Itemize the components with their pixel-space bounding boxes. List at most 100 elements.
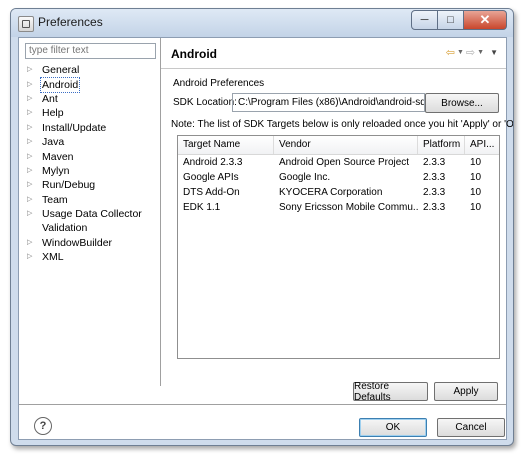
tree-item-ant[interactable]: ▷ Ant <box>27 92 142 106</box>
apply-button[interactable]: Apply <box>434 382 498 401</box>
restore-defaults-button[interactable]: Restore Defaults <box>353 381 428 403</box>
sdk-note: Note: The list of SDK Targets below is o… <box>171 119 514 130</box>
expand-arrow-icon[interactable]: ▷ <box>27 164 36 178</box>
table-cell: 2.3.3 <box>423 187 446 198</box>
expand-arrow-icon[interactable]: ▷ <box>27 150 36 164</box>
tree-item-label: Android <box>40 76 81 93</box>
tree-item-label: XML <box>42 251 64 264</box>
expand-arrow-icon[interactable]: ▷ <box>27 106 36 120</box>
expand-arrow-icon[interactable]: ▷ <box>27 236 36 250</box>
help-icon[interactable]: ? <box>34 417 52 435</box>
table-cell: 2.3.3 <box>423 202 446 213</box>
table-cell: DTS Add-On <box>183 187 240 198</box>
expand-arrow-icon[interactable]: ▷ <box>27 193 36 207</box>
table-cell: 10 <box>470 157 482 168</box>
table-cell: 10 <box>470 172 482 183</box>
table-cell: 2.3.3 <box>423 172 446 183</box>
tree-item-java[interactable]: ▷ Java <box>27 135 142 149</box>
tree-item-help[interactable]: ▷ Help <box>27 106 142 120</box>
back-arrow-icon[interactable]: ⇦ <box>446 48 455 59</box>
table-cell: Android 2.3.3 <box>183 157 243 168</box>
tree-item-label: Ant <box>42 92 58 105</box>
title-divider <box>161 68 506 69</box>
sdk-location-field[interactable]: C:\Program Files (x86)\Android\android-s… <box>232 93 425 112</box>
tree-item-android[interactable]: ▷ Android <box>27 76 142 93</box>
tree-item-usage-data-collector[interactable]: ▷ Usage Data Collector <box>27 207 142 221</box>
tree-item-label: Run/Debug <box>42 179 96 192</box>
expand-arrow-icon[interactable]: ▷ <box>27 78 36 92</box>
page-title: Android <box>171 47 217 61</box>
table-header: Target Name Vendor Platform API... <box>178 136 499 155</box>
tree-item-run-debug[interactable]: ▷ Run/Debug <box>27 178 142 192</box>
tree-item-label: General <box>42 64 80 77</box>
preferences-tree: ▷ General ▷ Android ▷ Ant ▷ Help ▷ Install/Update… <box>27 63 142 264</box>
expand-arrow-icon[interactable]: ▷ <box>27 121 36 135</box>
maximize-button[interactable]: □ <box>438 10 464 30</box>
tree-item-windowbuilder[interactable]: ▷ WindowBuilder <box>27 236 142 250</box>
back-dropdown-icon[interactable]: ▼ <box>457 48 464 58</box>
close-icon: ✕ <box>479 12 491 27</box>
minimize-button[interactable]: ─ <box>411 10 438 30</box>
column-header-target-name[interactable]: Target Name <box>178 136 274 154</box>
table-cell: Google Inc. <box>279 172 331 183</box>
tree-item-label: Team <box>42 193 68 206</box>
tree-item-label: Help <box>42 107 64 120</box>
minimize-icon: ─ <box>420 14 429 26</box>
table-row[interactable]: Google APIs Google Inc. 2.3.3 10 <box>178 170 499 185</box>
column-header-vendor[interactable]: Vendor <box>274 136 418 154</box>
title-bar[interactable]: Preferences ─ □ ✕ <box>11 9 513 37</box>
column-header-platform[interactable]: Platform <box>418 136 465 154</box>
sdk-targets-table[interactable]: Target Name Vendor Platform API... Andro… <box>177 135 500 359</box>
tree-item-xml[interactable]: ▷ XML <box>27 250 142 264</box>
page-description: Android Preferences <box>173 78 265 89</box>
tree-item-mylyn[interactable]: ▷ Mylyn <box>27 164 142 178</box>
expand-arrow-icon[interactable]: ▷ <box>27 92 36 106</box>
forward-dropdown-icon[interactable]: ▼ <box>477 48 484 58</box>
tree-item-label: Usage Data Collector <box>42 208 142 221</box>
tree-item-label: Install/Update <box>42 121 107 134</box>
tree-item-validation[interactable]: Validation <box>27 221 142 235</box>
table-row[interactable]: Android 2.3.3 Android Open Source Project… <box>178 155 499 170</box>
cancel-button[interactable]: Cancel <box>437 418 505 437</box>
dialog-client: ▷ General ▷ Android ▷ Ant ▷ Help ▷ Install/Update… <box>18 37 513 440</box>
ok-button[interactable]: OK <box>359 418 427 437</box>
table-cell: 10 <box>470 187 482 198</box>
maximize-icon: □ <box>447 14 454 26</box>
tree-item-install-update[interactable]: ▷ Install/Update <box>27 121 142 135</box>
tree-item-general[interactable]: ▷ General <box>27 63 142 77</box>
tree-item-label: Validation <box>42 222 88 235</box>
expand-arrow-icon[interactable]: ▷ <box>27 178 36 192</box>
table-row[interactable]: DTS Add-On KYOCERA Corporation 2.3.3 10 <box>178 185 499 200</box>
tree-item-maven[interactable]: ▷ Maven <box>27 149 142 163</box>
filter-input[interactable] <box>25 43 156 59</box>
expand-arrow-icon[interactable]: ▷ <box>27 250 36 264</box>
expand-arrow-icon[interactable]: ▷ <box>27 207 36 221</box>
preferences-window: Preferences ─ □ ✕ ▷ General ▷ Android ▷ Ant ▷ H… <box>10 8 514 446</box>
window-title: Preferences <box>38 15 103 29</box>
table-cell: Android Open Source Project <box>279 157 410 168</box>
button-bar-divider <box>19 404 506 405</box>
window-icon <box>18 16 34 32</box>
sdk-location-label: SDK Location: <box>173 97 237 108</box>
tree-item-label: Mylyn <box>42 164 70 177</box>
table-row[interactable]: EDK 1.1 Sony Ericsson Mobile Commu... 2.3.… <box>178 200 499 215</box>
table-cell: 10 <box>470 202 482 213</box>
expand-arrow-icon[interactable]: ▷ <box>27 135 36 149</box>
tree-item-team[interactable]: ▷ Team <box>27 193 142 207</box>
column-header-api[interactable]: API... <box>465 136 499 154</box>
close-button[interactable]: ✕ <box>464 10 507 30</box>
tree-item-label: Maven <box>42 150 74 163</box>
forward-arrow-icon[interactable]: ⇨ <box>466 48 475 59</box>
table-cell: EDK 1.1 <box>183 202 221 213</box>
history-navigation: ⇦ ▼ ⇨ ▼ ▼ <box>446 48 498 59</box>
tree-item-label: WindowBuilder <box>42 236 113 249</box>
table-cell: Sony Ericsson Mobile Commu... <box>279 202 418 213</box>
view-menu-icon[interactable]: ▼ <box>490 48 498 58</box>
expand-arrow-icon[interactable]: ▷ <box>27 63 36 77</box>
table-cell: KYOCERA Corporation <box>279 187 383 198</box>
table-cell: 2.3.3 <box>423 157 446 168</box>
table-cell: Google APIs <box>183 172 239 183</box>
browse-button[interactable]: Browse... <box>425 93 499 113</box>
window-controls: ─ □ ✕ <box>411 10 507 30</box>
preferences-tree-panel: ▷ General ▷ Android ▷ Ant ▷ Help ▷ Install/Update… <box>19 38 161 386</box>
